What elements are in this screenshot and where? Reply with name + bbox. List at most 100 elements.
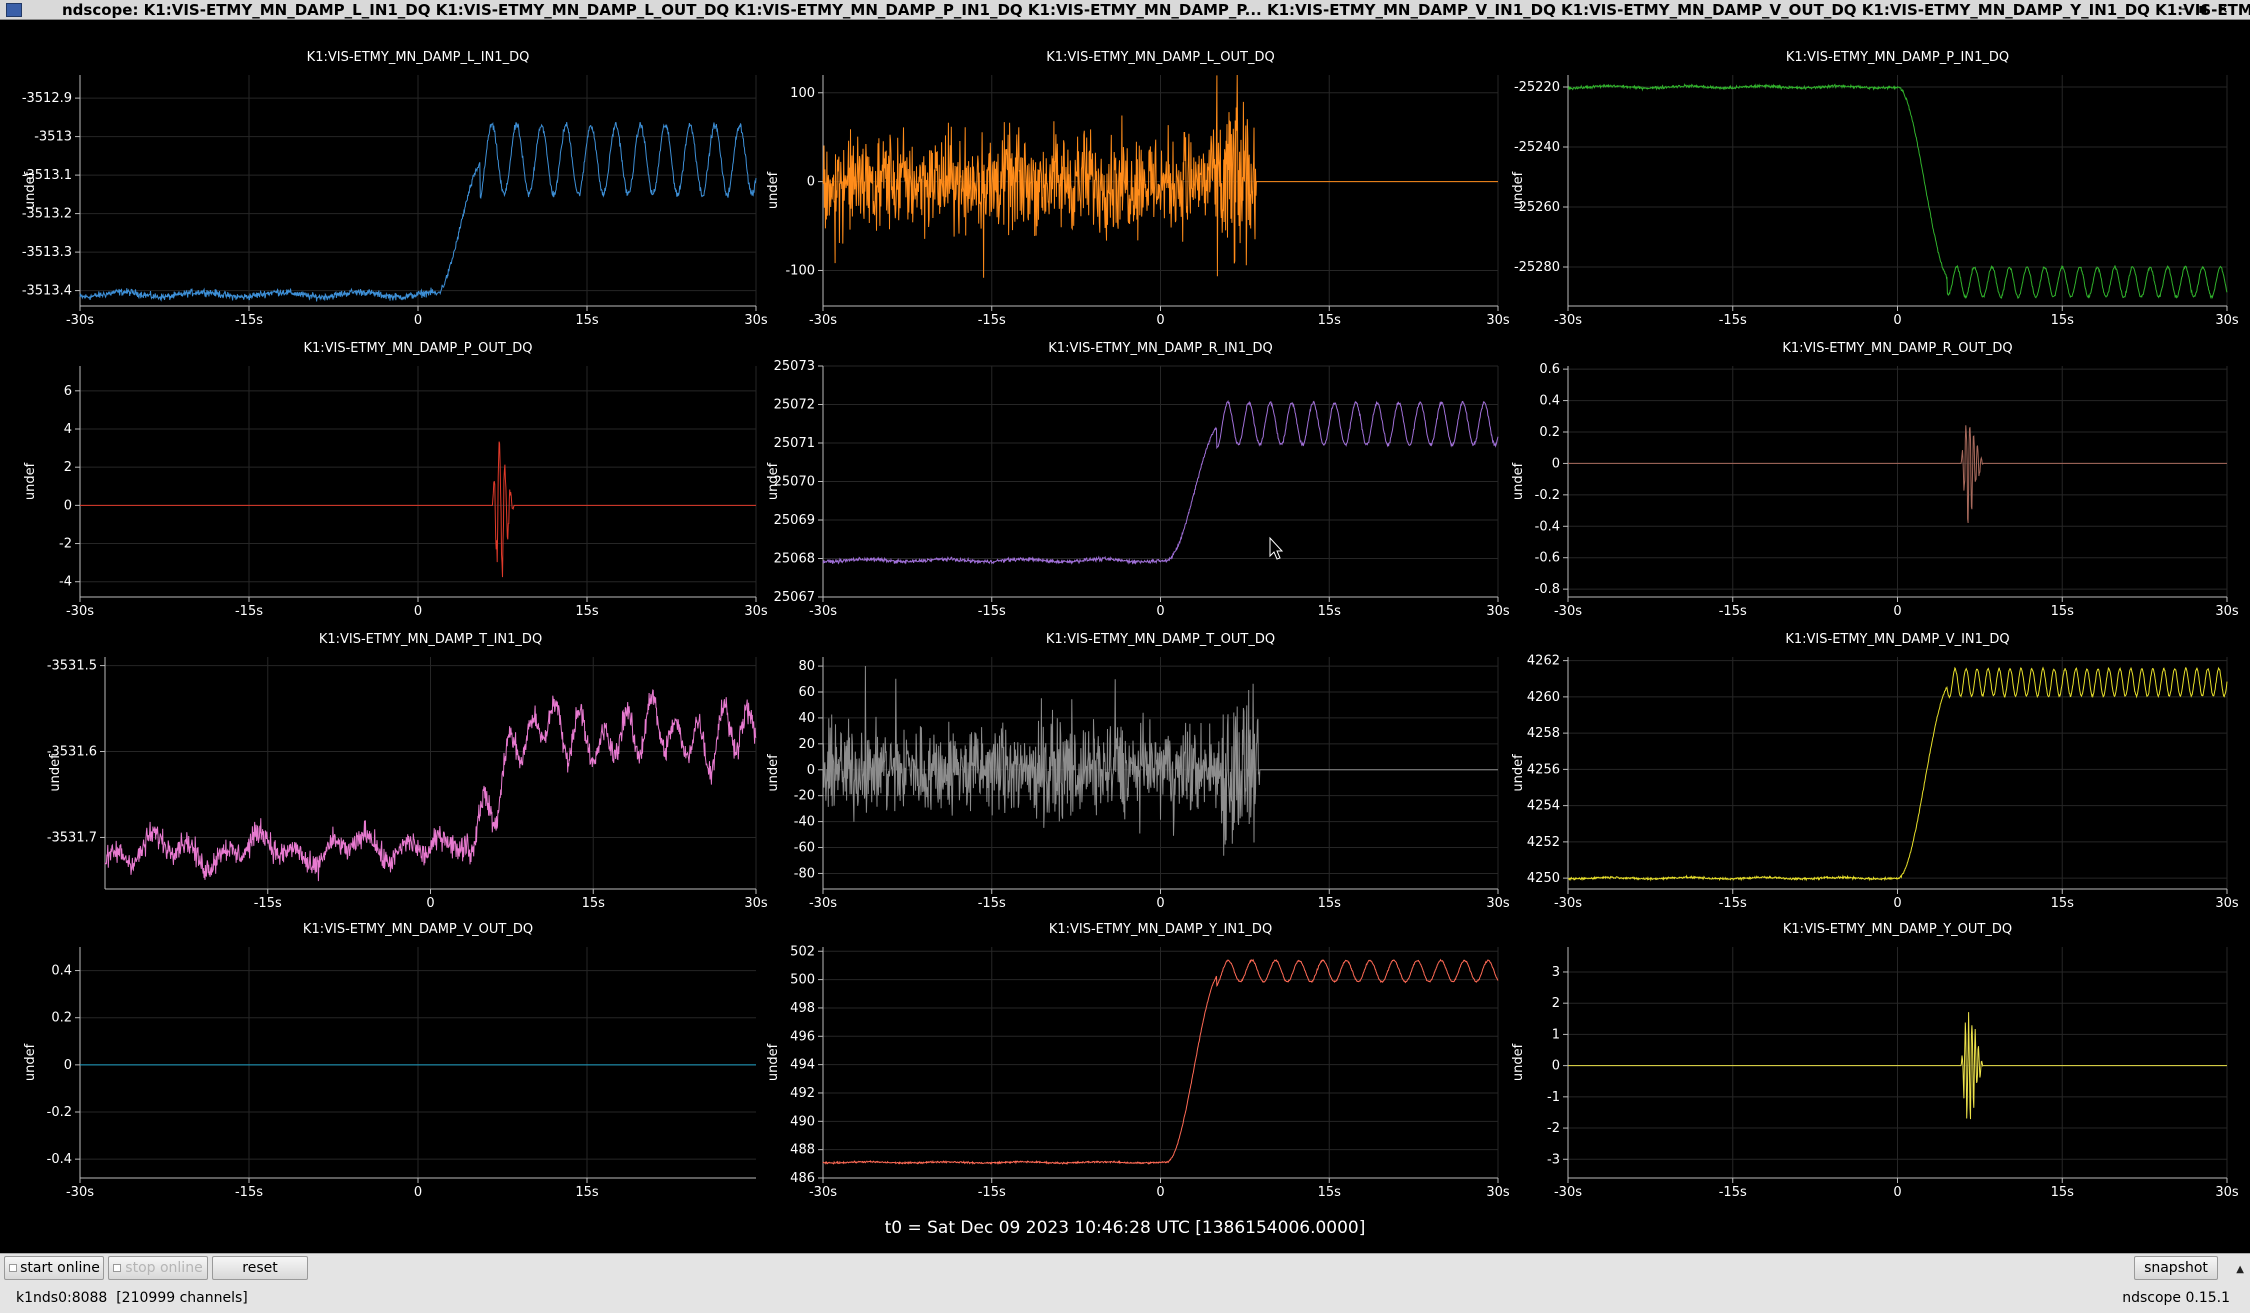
plot-9: K1:VIS-ETMY_MN_DAMP_V_IN1_DQundef -30s -15…	[1511, 632, 2239, 911]
y-tick-label: 4252	[1527, 835, 1560, 850]
y-tick-label: 0.2	[1539, 425, 1560, 440]
plot-2: K1:VIS-ETMY_MN_DAMP_L_OUT_DQundef -30s -15…	[766, 50, 1510, 328]
x-tick-label: -15s	[254, 896, 282, 911]
y-tick-label: -25260	[1514, 200, 1560, 215]
control-bar: start online stop online reset snapshot …	[0, 1253, 2250, 1313]
y-axis-label: undef	[1511, 1043, 1526, 1081]
t0-label: t0 = Sat Dec 09 2023 10:46:28 UTC [13861…	[884, 1218, 1366, 1238]
x-tick-label: 0	[414, 1185, 422, 1200]
y-tick-label: 0	[1552, 456, 1560, 471]
x-tick-label: -30s	[1554, 604, 1582, 619]
x-tick-label: -30s	[1554, 896, 1582, 911]
plot-title: K1:VIS-ETMY_MN_DAMP_R_IN1_DQ	[1048, 341, 1272, 356]
y-tick-label: -40	[794, 815, 815, 830]
y-tick-label: -3531.6	[47, 745, 97, 760]
plot-title: K1:VIS-ETMY_MN_DAMP_P_OUT_DQ	[303, 341, 532, 356]
x-tick-label: 0	[1893, 1185, 1901, 1200]
y-tick-label: 490	[790, 1114, 815, 1129]
x-tick-label: -15s	[1719, 1185, 1747, 1200]
x-tick-label: 0	[414, 313, 422, 328]
chevron-up-icon[interactable]: ▲	[2236, 1264, 2244, 1275]
y-tick-label: 20	[798, 737, 815, 752]
y-tick-label: -3	[1547, 1152, 1560, 1167]
x-tick-label: -30s	[1554, 1185, 1582, 1200]
version-label: ndscope 0.15.1	[2122, 1290, 2230, 1306]
plot-10: K1:VIS-ETMY_MN_DAMP_V_OUT_DQundef -30s -15…	[23, 922, 756, 1200]
x-tick-label: -15s	[235, 1185, 263, 1200]
y-tick-label: -3513.2	[22, 207, 72, 222]
y-tick-label: -3531.5	[47, 659, 97, 674]
x-tick-label: -15s	[978, 896, 1006, 911]
y-tick-label: 80	[798, 659, 815, 674]
y-tick-label: 25073	[774, 359, 815, 374]
x-tick-label: 30s	[2215, 1185, 2239, 1200]
y-tick-label: -3513	[34, 130, 72, 145]
x-tick-label: -15s	[978, 313, 1006, 328]
y-tick-label: -0.8	[1535, 582, 1560, 597]
plot-title: K1:VIS-ETMY_MN_DAMP_L_IN1_DQ	[307, 50, 530, 65]
maximize-icon[interactable]: ▪	[2194, 0, 2212, 19]
x-tick-label: 30s	[2215, 896, 2239, 911]
y-tick-label: -1	[1547, 1090, 1560, 1105]
x-tick-label: 30s	[2215, 313, 2239, 328]
y-tick-label: 4262	[1527, 654, 1560, 669]
y-tick-label: 25068	[774, 552, 815, 567]
plot-7: K1:VIS-ETMY_MN_DAMP_T_IN1_DQundef -15s 0 15…	[47, 632, 768, 911]
plot-12: K1:VIS-ETMY_MN_DAMP_Y_OUT_DQundef -30s -15…	[1511, 922, 2239, 1200]
x-tick-label: -15s	[235, 604, 263, 619]
y-tick-label: -3531.7	[47, 830, 97, 845]
plot-title: K1:VIS-ETMY_MN_DAMP_Y_IN1_DQ	[1049, 922, 1272, 937]
x-tick-label: 15s	[575, 604, 599, 619]
y-tick-label: 25071	[774, 436, 815, 451]
y-tick-label: 0	[64, 498, 72, 513]
window-title: ndscope: K1:VIS-ETMY_MN_DAMP_L_IN1_DQ K1…	[62, 1, 2250, 19]
y-tick-label: 25070	[774, 475, 815, 490]
x-tick-label: 30s	[1486, 313, 1510, 328]
plot-title: K1:VIS-ETMY_MN_DAMP_R_OUT_DQ	[1782, 341, 2012, 356]
y-axis-label: undef	[48, 754, 63, 792]
plot-title: K1:VIS-ETMY_MN_DAMP_V_OUT_DQ	[303, 922, 533, 937]
minimize-icon[interactable]: –	[2174, 0, 2192, 19]
y-tick-label: -3513.1	[22, 168, 72, 183]
y-tick-label: 488	[790, 1143, 815, 1158]
stop-online-button[interactable]: stop online	[108, 1256, 208, 1280]
y-tick-label: -20	[794, 789, 815, 804]
x-tick-label: -15s	[235, 313, 263, 328]
close-icon[interactable]: ×	[2214, 0, 2232, 19]
plot-6: K1:VIS-ETMY_MN_DAMP_R_OUT_DQundef -30s -15…	[1511, 341, 2239, 619]
start-online-button[interactable]: start online	[4, 1256, 104, 1280]
y-axis-label: undef	[1511, 754, 1526, 792]
y-axis-label: undef	[23, 1043, 38, 1081]
x-tick-label: 0	[1893, 604, 1901, 619]
x-tick-label: -15s	[1719, 313, 1747, 328]
plot-8: K1:VIS-ETMY_MN_DAMP_T_OUT_DQundef -30s -15…	[766, 632, 1510, 911]
x-tick-label: 15s	[2051, 1185, 2075, 1200]
y-tick-label: 0.4	[51, 964, 72, 979]
y-tick-label: -25280	[1514, 260, 1560, 275]
y-tick-label: 2	[64, 460, 72, 475]
x-tick-label: 0	[1156, 313, 1164, 328]
x-tick-label: 0	[426, 896, 434, 911]
plot-title: K1:VIS-ETMY_MN_DAMP_L_OUT_DQ	[1046, 50, 1275, 65]
x-tick-label: 15s	[2051, 896, 2075, 911]
y-tick-label: -3512.9	[22, 91, 72, 106]
y-axis-label: undef	[1511, 462, 1526, 500]
plot-title: K1:VIS-ETMY_MN_DAMP_T_OUT_DQ	[1046, 632, 1275, 647]
y-axis-label: undef	[766, 171, 781, 209]
reset-button[interactable]: reset	[212, 1256, 308, 1280]
x-tick-label: -30s	[809, 1185, 837, 1200]
x-tick-label: 30s	[1486, 896, 1510, 911]
y-tick-label: -25240	[1514, 140, 1560, 155]
x-tick-label: -30s	[66, 604, 94, 619]
plot-title: K1:VIS-ETMY_MN_DAMP_T_IN1_DQ	[319, 632, 542, 647]
y-tick-label: 40	[798, 711, 815, 726]
x-tick-label: 15s	[1318, 313, 1342, 328]
x-tick-label: -30s	[66, 1185, 94, 1200]
y-tick-label: 4260	[1527, 690, 1560, 705]
y-tick-label: -0.2	[47, 1105, 72, 1120]
mouse-cursor-icon	[1269, 536, 1284, 560]
snapshot-button[interactable]: snapshot	[2134, 1256, 2218, 1280]
y-tick-label: -0.6	[1535, 551, 1560, 566]
plot-title: K1:VIS-ETMY_MN_DAMP_V_IN1_DQ	[1785, 632, 2009, 647]
y-tick-label: 4258	[1527, 726, 1560, 741]
